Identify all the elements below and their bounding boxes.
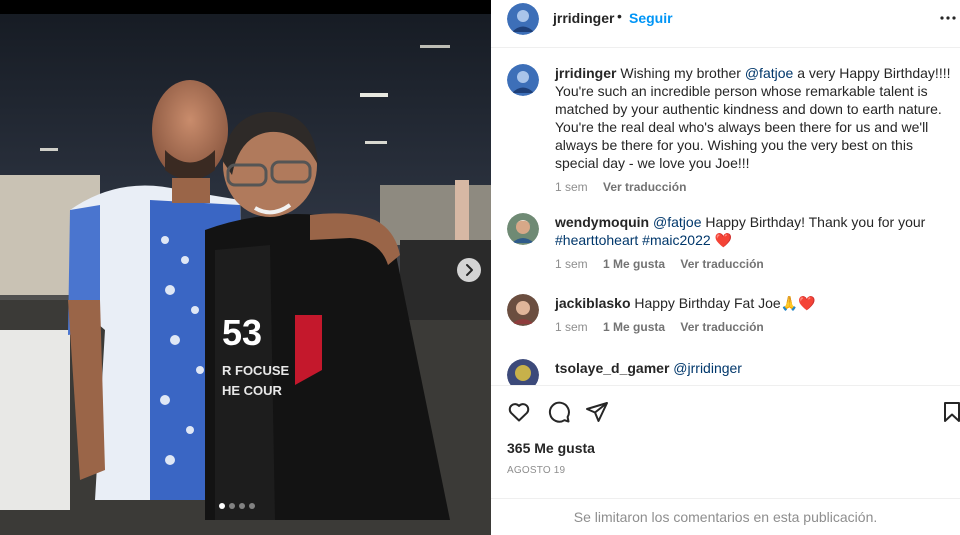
share-send-icon[interactable]	[585, 400, 609, 424]
comment-meta: 1 sem 1 Me gusta Ver traducción	[555, 320, 951, 334]
post-actions: 365 Me gusta AGOSTO 19 Se limitaron los …	[491, 385, 960, 535]
author-avatar[interactable]	[507, 3, 539, 35]
comment-username[interactable]: wendymoquin	[555, 214, 649, 230]
avatar-image	[507, 3, 539, 35]
comments-limited-notice: Se limitaron los comentarios en esta pub…	[491, 498, 960, 535]
translate-button[interactable]: Ver traducción	[680, 320, 763, 334]
caption-username[interactable]: jrridinger	[555, 65, 616, 81]
carousel-indicator	[219, 503, 259, 509]
author-username[interactable]: jrridinger	[553, 10, 614, 26]
caption-time[interactable]: 1 sem	[555, 180, 588, 194]
comment-mention[interactable]: @jrridinger	[673, 360, 742, 376]
post-date[interactable]: AGOSTO 19	[507, 465, 565, 476]
carousel-dot	[249, 503, 255, 509]
comment-hashtags[interactable]: #hearttoheart #maic2022	[555, 232, 711, 248]
comment-body: jackiblasko Happy Birthday Fat Joe🙏❤️ 1 …	[555, 294, 951, 334]
caption-mention[interactable]: @fatjoe	[745, 65, 793, 81]
chevron-right-icon	[466, 264, 473, 276]
carousel-next-button[interactable]	[457, 258, 481, 282]
follow-button[interactable]: Seguir	[629, 10, 673, 26]
comment-username[interactable]: jackiblasko	[555, 295, 631, 311]
comment-likes[interactable]: 1 Me gusta	[603, 257, 665, 271]
comment-likes[interactable]: 1 Me gusta	[603, 320, 665, 334]
caption-meta: 1 sem Ver traducción	[555, 180, 951, 194]
caption-text: Wishing my brother	[616, 65, 745, 81]
comment-body: tsolaye_d_gamer @jrridinger	[555, 359, 951, 377]
comment-meta: 1 sem 1 Me gusta Ver traducción	[555, 257, 951, 271]
comment-time[interactable]: 1 sem	[555, 257, 588, 271]
save-bookmark-icon[interactable]	[940, 400, 960, 424]
comment-bubble-icon[interactable]	[547, 400, 571, 424]
comment-text: Happy Birthday Fat Joe	[630, 295, 781, 311]
comment-emoji: 🙏❤️	[780, 295, 816, 311]
caption-body: jrridinger Wishing my brother @fatjoe a …	[555, 64, 951, 194]
commenter-avatar[interactable]	[507, 294, 539, 326]
svg-text:53: 53	[222, 312, 262, 353]
more-options-button[interactable]	[938, 8, 958, 28]
more-horizontal-icon	[940, 16, 956, 20]
svg-text:HE COUR: HE COUR	[222, 383, 283, 398]
comment-text: Happy Birthday! Thank you for your	[701, 214, 926, 230]
likes-count[interactable]: 365 Me gusta	[507, 440, 595, 456]
like-heart-icon[interactable]	[507, 400, 531, 424]
comment-body: wendymoquin @fatjoe Happy Birthday! Than…	[555, 213, 951, 271]
post-side-panel: jrridinger • Seguir jrridinger Wishing m…	[491, 0, 960, 535]
translate-button[interactable]: Ver traducción	[603, 180, 686, 194]
comment-emoji: ❤️	[714, 232, 732, 248]
avatar-image	[507, 64, 539, 96]
translate-button[interactable]: Ver traducción	[680, 257, 763, 271]
photo-illustration: 53 R FOCUSE HE COUR	[0, 0, 491, 535]
instagram-post-modal: 53 R FOCUSE HE COUR jrridinger • Seguir …	[0, 0, 960, 535]
avatar-image	[507, 359, 539, 385]
carousel-dot-active	[219, 503, 225, 509]
caption-avatar[interactable]	[507, 64, 539, 96]
avatar-image	[507, 294, 539, 326]
commenter-avatar[interactable]	[507, 359, 539, 385]
commenter-avatar[interactable]	[507, 213, 539, 245]
post-photo[interactable]: 53 R FOCUSE HE COUR	[0, 0, 491, 535]
comments-list[interactable]: jrridinger Wishing my brother @fatjoe a …	[491, 49, 960, 385]
svg-text:R FOCUSE: R FOCUSE	[222, 363, 290, 378]
comment-time[interactable]: 1 sem	[555, 320, 588, 334]
avatar-image	[507, 213, 539, 245]
post-header: jrridinger • Seguir	[491, 0, 960, 48]
carousel-dot	[229, 503, 235, 509]
comment-username[interactable]: tsolaye_d_gamer	[555, 360, 669, 376]
header-separator: •	[617, 8, 622, 24]
carousel-dot	[239, 503, 245, 509]
comment-mention[interactable]: @fatjoe	[653, 214, 701, 230]
